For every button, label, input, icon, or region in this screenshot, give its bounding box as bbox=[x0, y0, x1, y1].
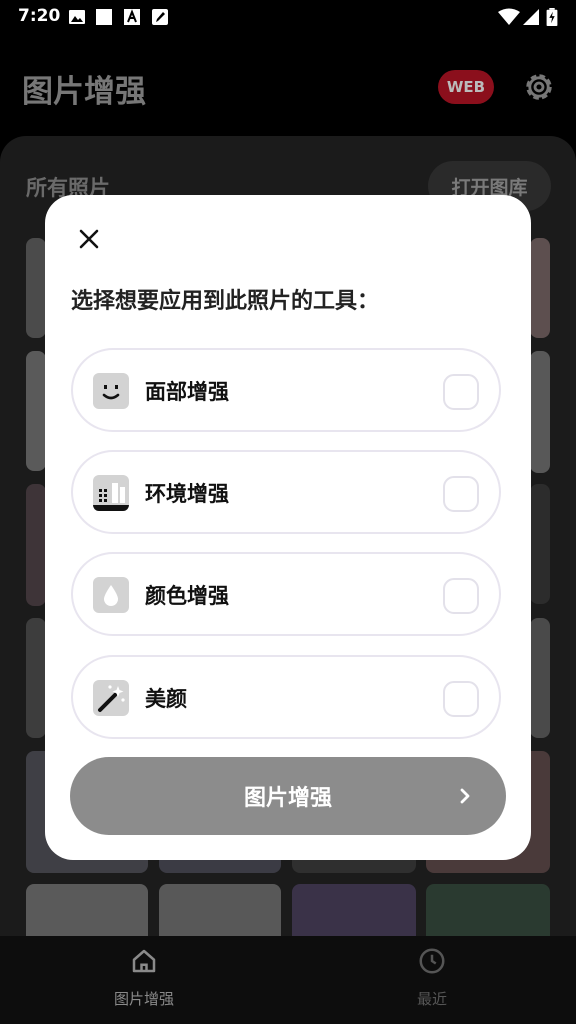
wifi-icon bbox=[498, 8, 520, 25]
photo-thumbnail[interactable] bbox=[530, 238, 550, 338]
image-notification-icon bbox=[69, 10, 85, 24]
nav-item-enhance[interactable]: 图片增强 bbox=[84, 946, 204, 1009]
option-environment-enhance[interactable]: 环境增强 bbox=[71, 450, 501, 534]
dialog-prompt: 选择想要应用到此照片的工具： bbox=[71, 289, 380, 314]
option-label: 美颜 bbox=[145, 687, 187, 711]
photo-thumbnail[interactable] bbox=[26, 884, 148, 936]
photo-thumbnail[interactable] bbox=[292, 884, 416, 936]
option-checkbox[interactable] bbox=[443, 681, 479, 717]
square-notification-icon bbox=[96, 9, 112, 25]
tool-selection-dialog: 选择想要应用到此照片的工具： 面部增强 环境增强 颜色增强 美颜 图片增强 bbox=[45, 195, 531, 860]
photo-thumbnail[interactable] bbox=[159, 884, 281, 936]
font-notification-icon bbox=[124, 9, 140, 25]
edit-notification-icon bbox=[152, 9, 168, 25]
photo-thumbnail[interactable] bbox=[530, 484, 550, 604]
photo-thumbnail[interactable] bbox=[26, 618, 46, 738]
photo-thumbnail[interactable] bbox=[530, 351, 550, 473]
nav-label-enhance: 图片增强 bbox=[113, 990, 174, 1008]
photo-thumbnail[interactable] bbox=[26, 484, 46, 606]
option-checkbox[interactable] bbox=[443, 476, 479, 512]
photo-thumbnail[interactable] bbox=[426, 884, 550, 936]
home-icon bbox=[132, 949, 156, 973]
status-bar: 7:20 bbox=[0, 0, 576, 34]
photo-thumbnail[interactable] bbox=[26, 238, 46, 338]
close-button[interactable] bbox=[73, 223, 105, 255]
close-icon bbox=[79, 229, 99, 249]
option-checkbox[interactable] bbox=[443, 374, 479, 410]
face-icon bbox=[93, 373, 129, 409]
option-beauty[interactable]: 美颜 bbox=[71, 655, 501, 739]
nav-item-recent[interactable]: 最近 bbox=[372, 946, 492, 1009]
photo-thumbnail[interactable] bbox=[26, 351, 46, 471]
magic-wand-icon bbox=[93, 680, 129, 716]
battery-icon bbox=[546, 8, 558, 26]
web-badge[interactable]: WEB bbox=[438, 70, 494, 104]
option-color-enhance[interactable]: 颜色增强 bbox=[71, 552, 501, 636]
building-icon bbox=[93, 475, 129, 511]
confirm-button-label: 图片增强 bbox=[243, 786, 332, 811]
chevron-right-icon bbox=[460, 788, 470, 804]
option-label: 面部增强 bbox=[145, 380, 229, 404]
photo-thumbnail[interactable] bbox=[530, 618, 550, 738]
option-label: 颜色增强 bbox=[145, 584, 229, 608]
option-checkbox[interactable] bbox=[443, 578, 479, 614]
app-title: 图片增强 bbox=[22, 74, 146, 110]
clock-icon bbox=[419, 948, 445, 974]
settings-gear-icon[interactable] bbox=[522, 70, 556, 104]
option-label: 环境增强 bbox=[145, 482, 229, 506]
signal-icon bbox=[523, 9, 539, 25]
nav-label-recent: 最近 bbox=[416, 990, 447, 1008]
option-face-enhance[interactable]: 面部增强 bbox=[71, 348, 501, 432]
status-time: 7:20 bbox=[18, 6, 61, 26]
enhance-confirm-button[interactable]: 图片增强 bbox=[70, 757, 506, 835]
bottom-navigation: 图片增强 最近 bbox=[0, 936, 576, 1024]
water-drop-icon bbox=[93, 577, 129, 613]
